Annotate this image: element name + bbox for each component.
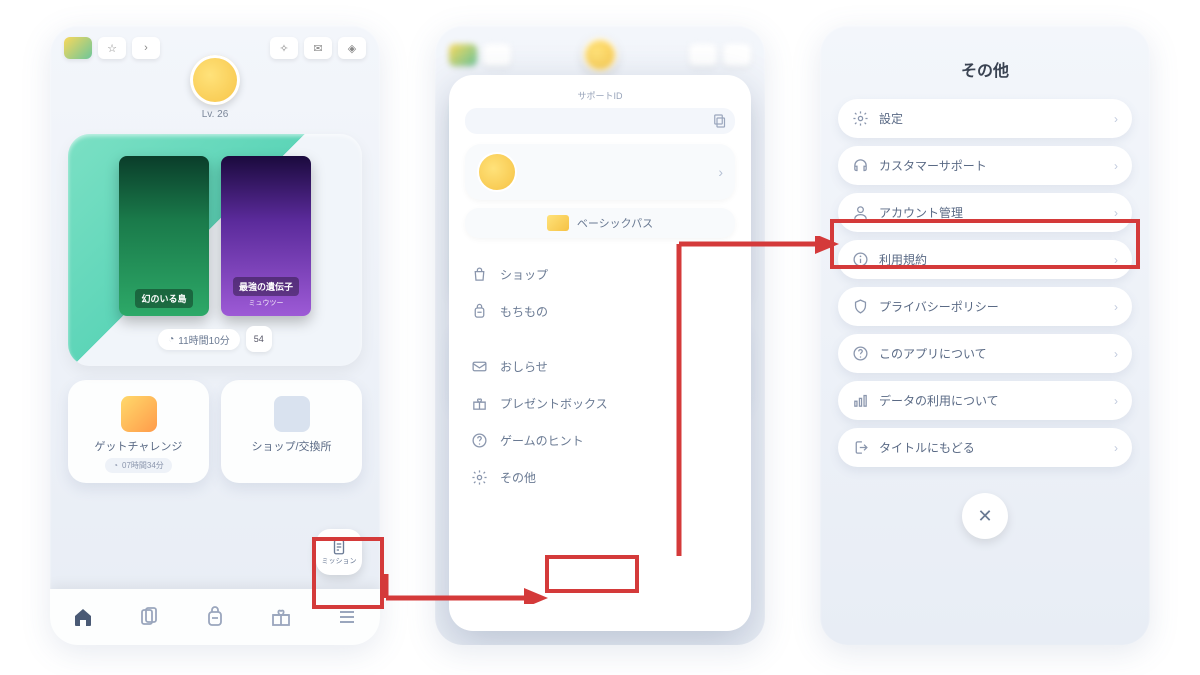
help-icon [471,432,488,449]
top-bar: ☆ › ✧ ✉ ◈ [50,25,380,59]
gear-icon [852,110,869,127]
add-chip[interactable]: ☆ [98,37,126,59]
challenge-icon [121,396,157,432]
mission-button[interactable]: ミッション [316,529,362,575]
arrow-2 [639,236,839,576]
item-account[interactable]: アカウント管理› [838,193,1132,232]
copy-icon[interactable] [711,112,729,130]
bag-icon [471,266,488,283]
support-id-label: サポートID [465,89,735,102]
shop-icon [274,396,310,432]
chevron-right-icon[interactable]: › [132,37,160,59]
shop-button[interactable]: ショップ/交換所 [221,380,362,483]
gem-count[interactable]: 54 [246,326,272,352]
mail-icon[interactable]: ✉ [304,37,332,59]
mission-icon [330,538,348,556]
backpack-icon [471,303,488,320]
tab-bar [50,589,380,645]
pass-row[interactable]: ベーシックパス [465,208,735,238]
tab-social[interactable] [203,605,227,629]
shield-icon [852,298,869,315]
challenge-timer: ◔ 07時間34分 [105,458,172,473]
pack-timer: 11時間10分 [158,329,240,350]
item-settings[interactable]: 設定› [838,99,1132,138]
item-about[interactable]: このアプリについて› [838,334,1132,373]
chevron-right-icon: › [1114,112,1118,126]
item-data[interactable]: データの利用について› [838,381,1132,420]
tab-menu[interactable] [335,605,359,629]
tab-home[interactable] [71,605,95,629]
level-label: Lv. 26 [50,109,380,120]
avatar-icon [477,152,517,192]
cube-icon[interactable]: ◈ [338,37,366,59]
item-title[interactable]: タイトルにもどる› [838,428,1132,467]
chevron-right-icon: › [718,164,723,180]
profile[interactable]: Lv. 26 [50,55,380,120]
page-title: その他 [820,25,1150,99]
banner-chip[interactable] [64,37,92,59]
user-icon [852,204,869,221]
pack-1[interactable]: 幻のいる島 [119,156,209,316]
avatar-icon [190,55,240,105]
pack-2[interactable]: 最強の遺伝子 ミュウツー [221,156,311,316]
help-icon [852,345,869,362]
gift-icon [471,395,488,412]
logout-icon [852,439,869,456]
headset-icon [852,157,869,174]
tab-battle[interactable] [269,605,293,629]
gear-icon [471,469,488,486]
info-icon [852,251,869,268]
close-button[interactable]: ✕ [962,493,1008,539]
get-challenge-button[interactable]: ゲットチャレンジ ◔ 07時間34分 [68,380,209,483]
arrow-1 [384,564,548,604]
screen-other: その他 設定› カスタマーサポート› アカウント管理› 利用規約› プライバシー… [820,25,1150,645]
pack-card[interactable]: 幻のいる島 最強の遺伝子 ミュウツー 11時間10分 54 [68,134,362,366]
item-support[interactable]: カスタマーサポート› [838,146,1132,185]
item-terms[interactable]: 利用規約› [838,240,1132,279]
screen-home: ☆ › ✧ ✉ ◈ Lv. 26 幻のいる島 最強の遺伝子 ミュウツー 11時間… [50,25,380,645]
support-id-field[interactable] [465,108,735,134]
sparkle-icon[interactable]: ✧ [270,37,298,59]
mail-icon [471,358,488,375]
chart-icon [852,392,869,409]
settings-list: 設定› カスタマーサポート› アカウント管理› 利用規約› プライバシーポリシー… [820,99,1150,467]
profile-row[interactable]: › [465,144,735,200]
pass-badge-icon [547,215,569,231]
tab-cards[interactable] [137,605,161,629]
item-privacy[interactable]: プライバシーポリシー› [838,287,1132,326]
